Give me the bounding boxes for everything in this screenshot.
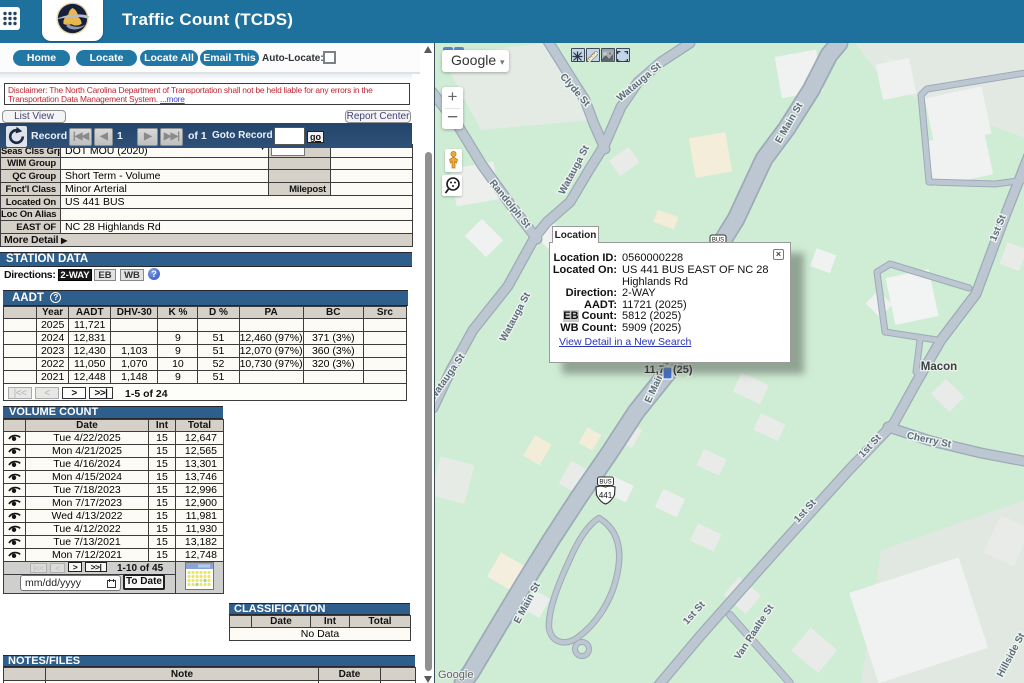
svg-text:441: 441 <box>599 491 613 500</box>
svg-text:BUS: BUS <box>599 480 611 486</box>
svg-text:Macon: Macon <box>921 361 957 373</box>
svg-text:Google: Google <box>438 669 473 681</box>
svg-text:(25): (25) <box>673 364 693 376</box>
svg-text:11,7: 11,7 <box>644 364 665 376</box>
